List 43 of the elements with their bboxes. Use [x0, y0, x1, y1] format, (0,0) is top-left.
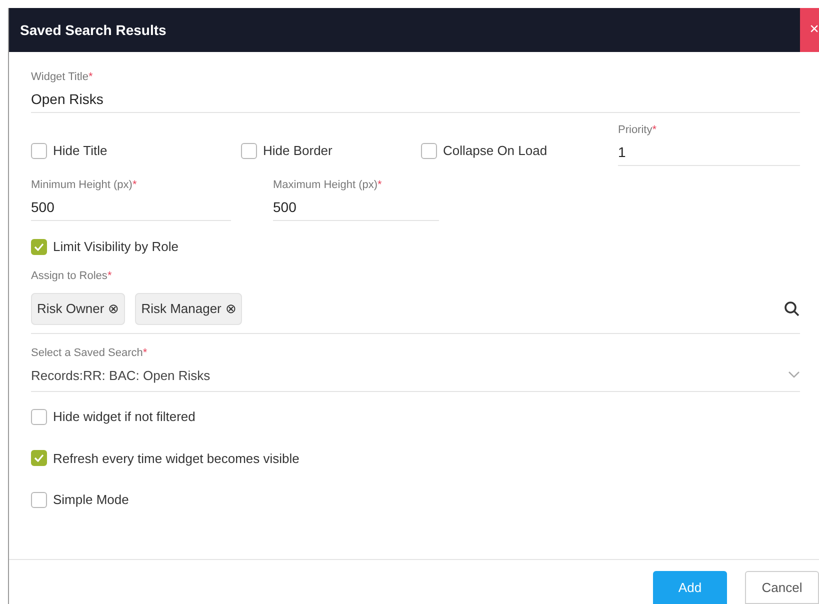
search-icon[interactable] [784, 300, 800, 316]
chevron-down-icon [788, 371, 800, 380]
required-mark: * [107, 268, 112, 282]
field-label: Select a Saved Search [31, 346, 143, 360]
check-icon [34, 454, 44, 462]
field-label: Priority [618, 123, 652, 137]
checkbox[interactable] [31, 408, 47, 425]
cancel-button[interactable]: Cancel [745, 571, 819, 604]
checkbox[interactable] [421, 142, 437, 159]
remove-tag-button[interactable]: ⊗ [225, 298, 236, 318]
checkbox[interactable] [31, 142, 47, 159]
required-mark: * [652, 123, 657, 137]
checkbox[interactable] [31, 450, 47, 466]
field-label: Minimum Height (px) [31, 178, 132, 192]
checkbox-label: Hide Border [263, 142, 332, 160]
check-icon [34, 242, 44, 251]
checkbox-label: Refresh every time widget becomes visible [53, 450, 300, 468]
required-mark: * [132, 178, 137, 192]
close-button[interactable]: × [800, 8, 819, 52]
text-field[interactable]: 500 [273, 198, 439, 221]
window-title: Saved Search Results [19, 20, 166, 40]
remove-tag-button[interactable]: ⊗ [108, 298, 120, 318]
select-field[interactable]: Records:RR: BAC: Open Risks [31, 366, 800, 392]
checkbox-label: Hide Title [53, 142, 108, 160]
text-field[interactable]: 500 [31, 198, 231, 221]
checkbox-label: Simple Mode [53, 491, 129, 509]
checkbox[interactable] [31, 238, 47, 255]
tag-label: Risk Owner [37, 300, 104, 318]
tag-label: Risk Manager [141, 300, 222, 318]
checkbox-label: Limit Visibility by Role [53, 238, 178, 256]
checkbox-label: Collapse On Load [443, 142, 548, 160]
required-mark: * [142, 346, 148, 360]
field-label: Maximum Height (px) [273, 178, 378, 192]
field-label: Widget Title [31, 70, 88, 84]
field-label: Assign to Roles [31, 268, 108, 282]
select-value: Records:RR: BAC: Open Risks [31, 366, 210, 385]
required-mark: * [88, 70, 93, 84]
required-mark: * [378, 178, 382, 192]
checkbox[interactable] [241, 142, 257, 159]
checkbox-label: Hide widget if not filtered [53, 408, 196, 426]
text-field[interactable]: Open Risks [31, 90, 800, 113]
checkbox[interactable] [31, 492, 47, 508]
text-field[interactable]: 1 [618, 143, 800, 166]
